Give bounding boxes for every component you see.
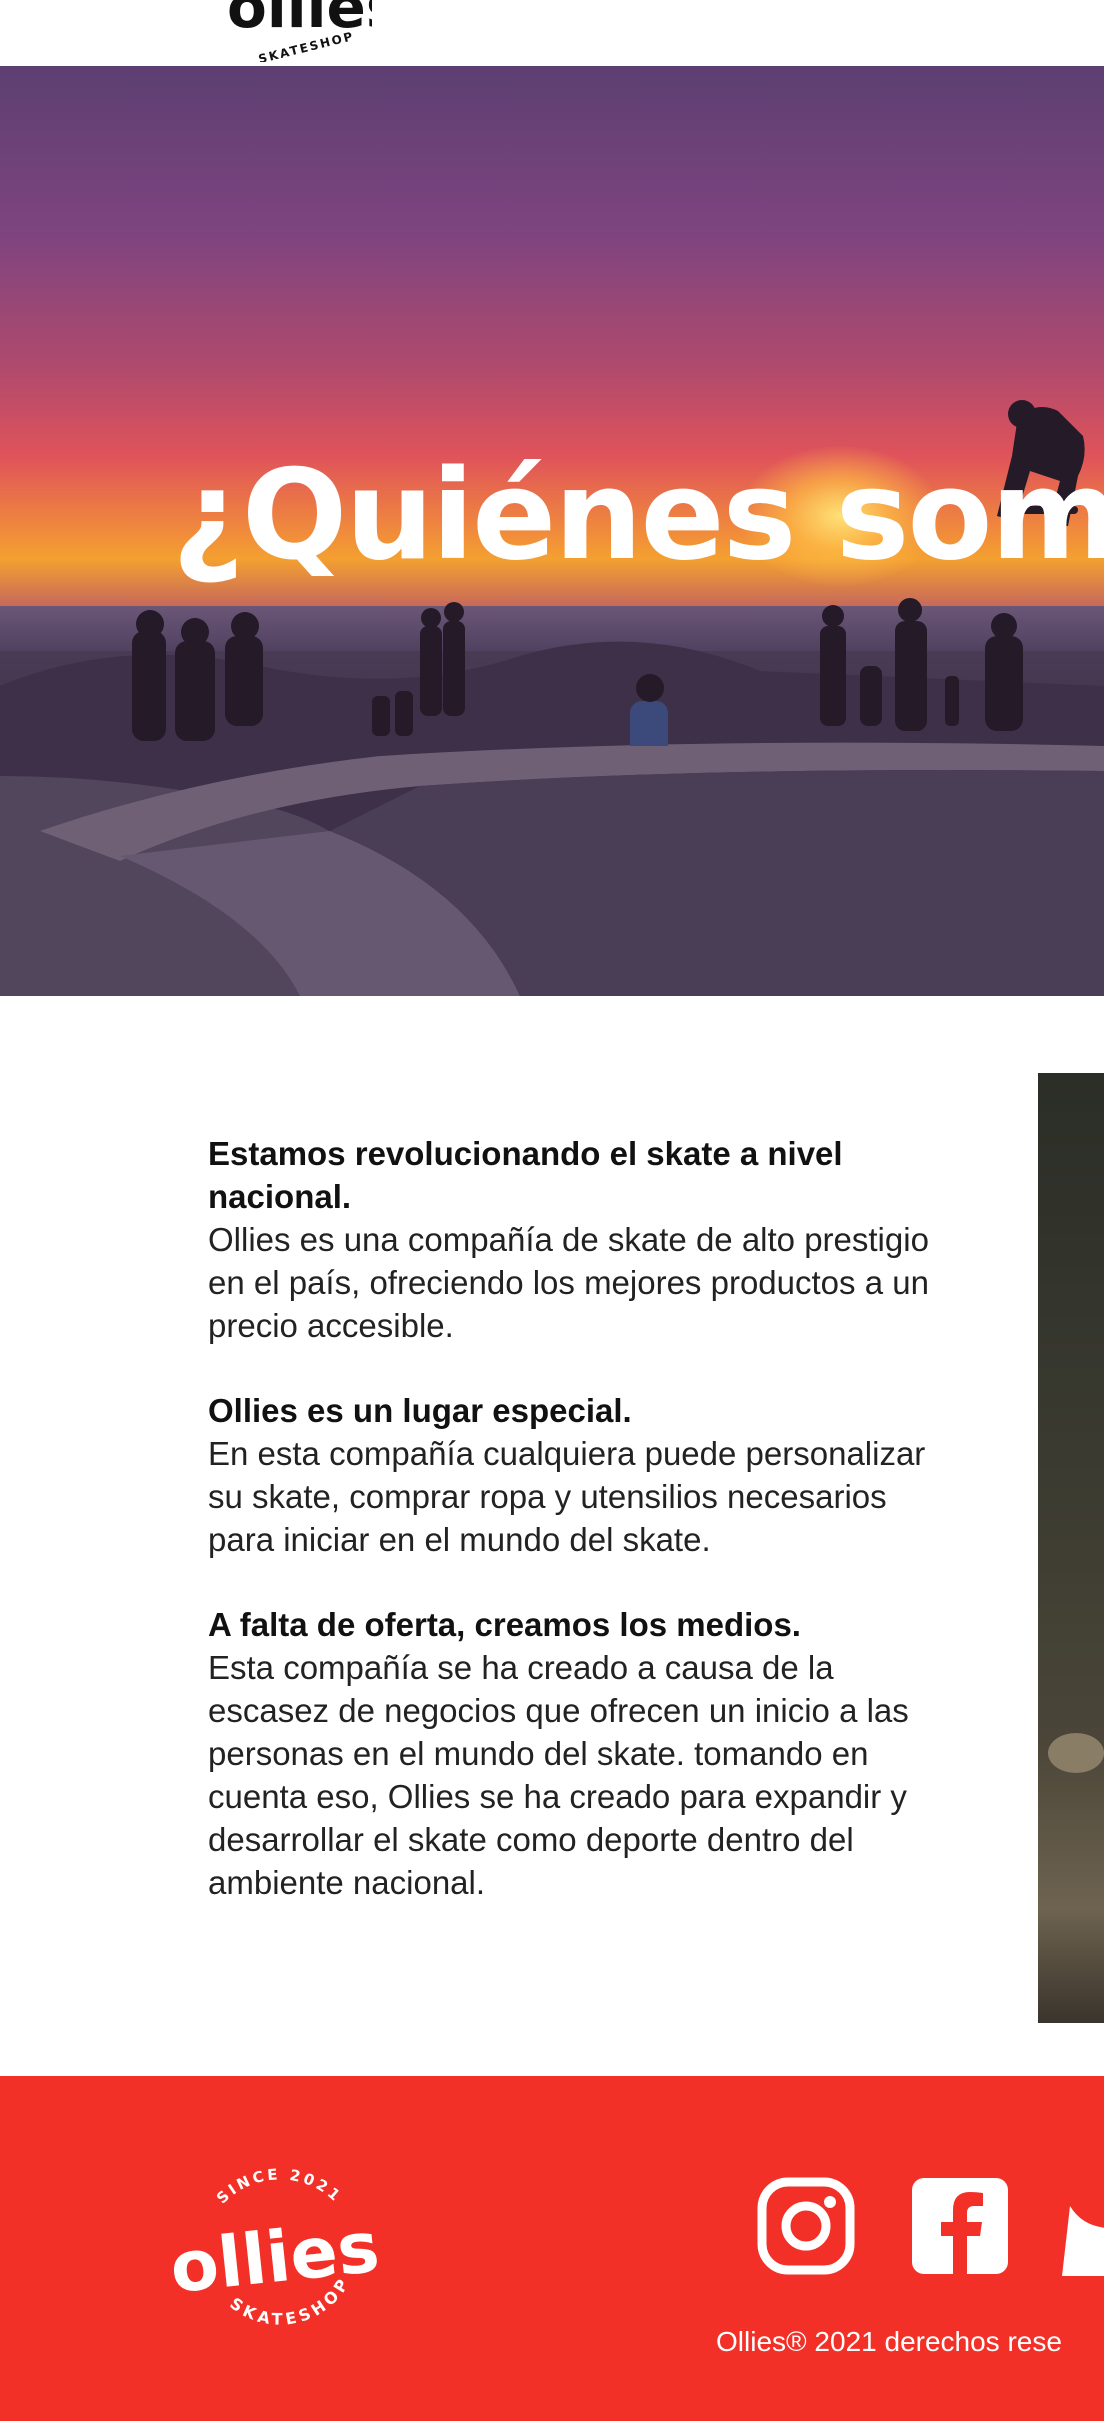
about-block: A falta de oferta, creamos los medios. E… xyxy=(208,1603,958,1904)
about-block: Ollies es un lugar especial. En esta com… xyxy=(208,1389,958,1561)
side-photo-detail xyxy=(1048,1733,1104,1773)
svg-text:ollies: ollies xyxy=(166,2206,383,2309)
about-block-text: Esta compañía se ha creado a causa de la… xyxy=(208,1649,909,1901)
about-block: Estamos revolucionando el skate a nivel … xyxy=(208,1132,958,1347)
site-footer: SINCE 2021 ollies SKATESHOP Ollies® 2021… xyxy=(0,2076,1104,2421)
header-logo[interactable]: ollies SKATESHOP xyxy=(222,0,372,62)
about-block-text: En esta compañía cualquiera puede person… xyxy=(208,1435,926,1558)
hero-title: ¿Quiénes somos? xyxy=(172,444,1104,588)
facebook-icon[interactable] xyxy=(910,2176,1010,2276)
svg-text:SINCE 2021: SINCE 2021 xyxy=(213,2165,346,2207)
site-header: ollies SKATESHOP xyxy=(0,0,1104,67)
about-block-title: A falta de oferta, creamos los medios. xyxy=(208,1606,801,1643)
twitter-icon[interactable] xyxy=(1062,2176,1104,2276)
about-block-title: Ollies es un lugar especial. xyxy=(208,1392,632,1429)
instagram-icon[interactable] xyxy=(756,2176,856,2276)
about-block-text: Ollies es una compañía de skate de alto … xyxy=(208,1221,929,1344)
side-photo xyxy=(1038,1073,1104,2023)
about-block-title: Estamos revolucionando el skate a nivel … xyxy=(208,1135,843,1215)
about-content: Estamos revolucionando el skate a nivel … xyxy=(208,1132,958,1946)
footer-logo[interactable]: SINCE 2021 ollies SKATESHOP xyxy=(165,2156,395,2346)
hero-banner: ¿Quiénes somos? xyxy=(0,66,1104,996)
copyright-text: Ollies® 2021 derechos rese xyxy=(716,2326,1062,2357)
